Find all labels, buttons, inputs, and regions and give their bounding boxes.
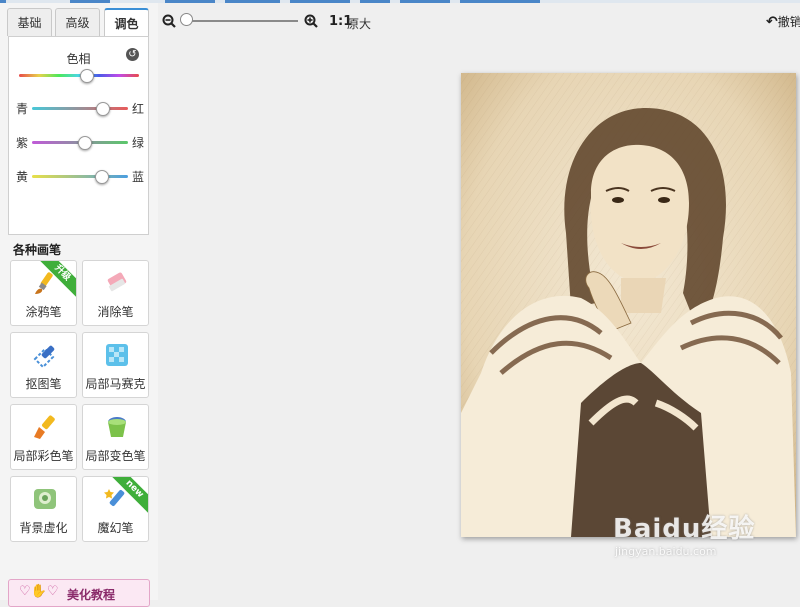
watermark-brand: Baidu经验: [613, 514, 756, 544]
eraser-icon: [107, 272, 127, 292]
hue-slider-knob[interactable]: [80, 69, 95, 83]
color-brush-icon: [34, 415, 55, 439]
tool-label: 消除笔: [97, 305, 134, 319]
tool-label: 局部彩色笔: [13, 449, 74, 463]
partial-recolor-pen-button[interactable]: 局部变色笔: [82, 404, 149, 470]
hue-slider[interactable]: [19, 69, 139, 83]
tab-basic[interactable]: 基础: [7, 8, 52, 36]
brushes-section-title: 各种画笔: [13, 243, 62, 257]
tutorial-button[interactable]: ♡✋♡ 美化教程: [8, 579, 150, 607]
yellow-blue-knob[interactable]: [95, 170, 110, 184]
undo-icon: ↶: [766, 14, 778, 30]
tab-color[interactable]: 调色: [104, 8, 149, 39]
mosaic-pen-button[interactable]: 局部马赛克: [82, 332, 149, 398]
color-adjust-panel: 色相 ↺ 青 红 紫 绿 黄 蓝: [8, 36, 149, 235]
paint-bucket-icon: [108, 417, 126, 437]
zoom-slider-knob[interactable]: [180, 13, 193, 26]
partial-color-pen-button[interactable]: 局部彩色笔: [10, 404, 77, 470]
tool-label: 抠图笔: [25, 377, 62, 391]
yellow-blue-slider[interactable]: [32, 170, 128, 184]
cyan-label: 青: [16, 102, 29, 116]
blue-label: 蓝: [132, 170, 145, 184]
blur-background-icon: [34, 489, 56, 509]
tool-label: 局部变色笔: [85, 449, 146, 463]
doodle-pen-button[interactable]: 升级 涂鸦笔: [10, 260, 77, 326]
photo-canvas[interactable]: [461, 73, 796, 537]
tool-label: 背景虚化: [19, 521, 68, 535]
left-panel: 基础 高级 调色 色相 ↺ 青 红 紫 绿 黄 蓝 各种画笔 升级 涂鸦笔 消除…: [0, 3, 158, 607]
magenta-green-knob[interactable]: [77, 136, 92, 150]
tool-label: 涂鸦笔: [25, 305, 62, 319]
tab-advanced[interactable]: 高级: [55, 8, 100, 36]
tutorial-label: 美化教程: [67, 588, 116, 602]
watermark: Baidu经验 jingyan.baidu.com: [613, 508, 755, 558]
hands-icon: ♡✋♡: [19, 584, 59, 599]
actual-size-button[interactable]: 原大: [347, 15, 371, 32]
tool-label: 局部马赛克: [85, 377, 146, 391]
tab-bar: 基础 高级 调色: [7, 8, 150, 39]
magenta-label: 紫: [16, 136, 29, 150]
zoom-out-icon[interactable]: [162, 14, 176, 28]
magic-pen-button[interactable]: new 魔幻笔: [82, 476, 149, 542]
cutout-pen-icon: [33, 345, 55, 369]
cutout-pen-button[interactable]: 抠图笔: [10, 332, 77, 398]
mosaic-icon: [106, 344, 128, 366]
undo-label: 撤销: [777, 15, 800, 29]
yellow-label: 黄: [16, 170, 29, 184]
zoom-in-icon[interactable]: [304, 14, 318, 28]
background-blur-button[interactable]: 背景虚化: [10, 476, 77, 542]
green-label: 绿: [132, 136, 145, 150]
eraser-pen-button[interactable]: 消除笔: [82, 260, 149, 326]
cyan-red-slider[interactable]: [32, 102, 128, 116]
watermark-url: jingyan.baidu.com: [615, 545, 717, 558]
reset-icon[interactable]: ↺: [126, 48, 139, 61]
red-label: 红: [132, 102, 145, 116]
cyan-red-knob[interactable]: [96, 102, 111, 116]
zoom-slider[interactable]: [185, 20, 298, 22]
undo-button[interactable]: ↶撤销: [766, 13, 800, 30]
magenta-green-slider[interactable]: [32, 136, 128, 150]
tool-label: 魔幻笔: [97, 521, 134, 535]
